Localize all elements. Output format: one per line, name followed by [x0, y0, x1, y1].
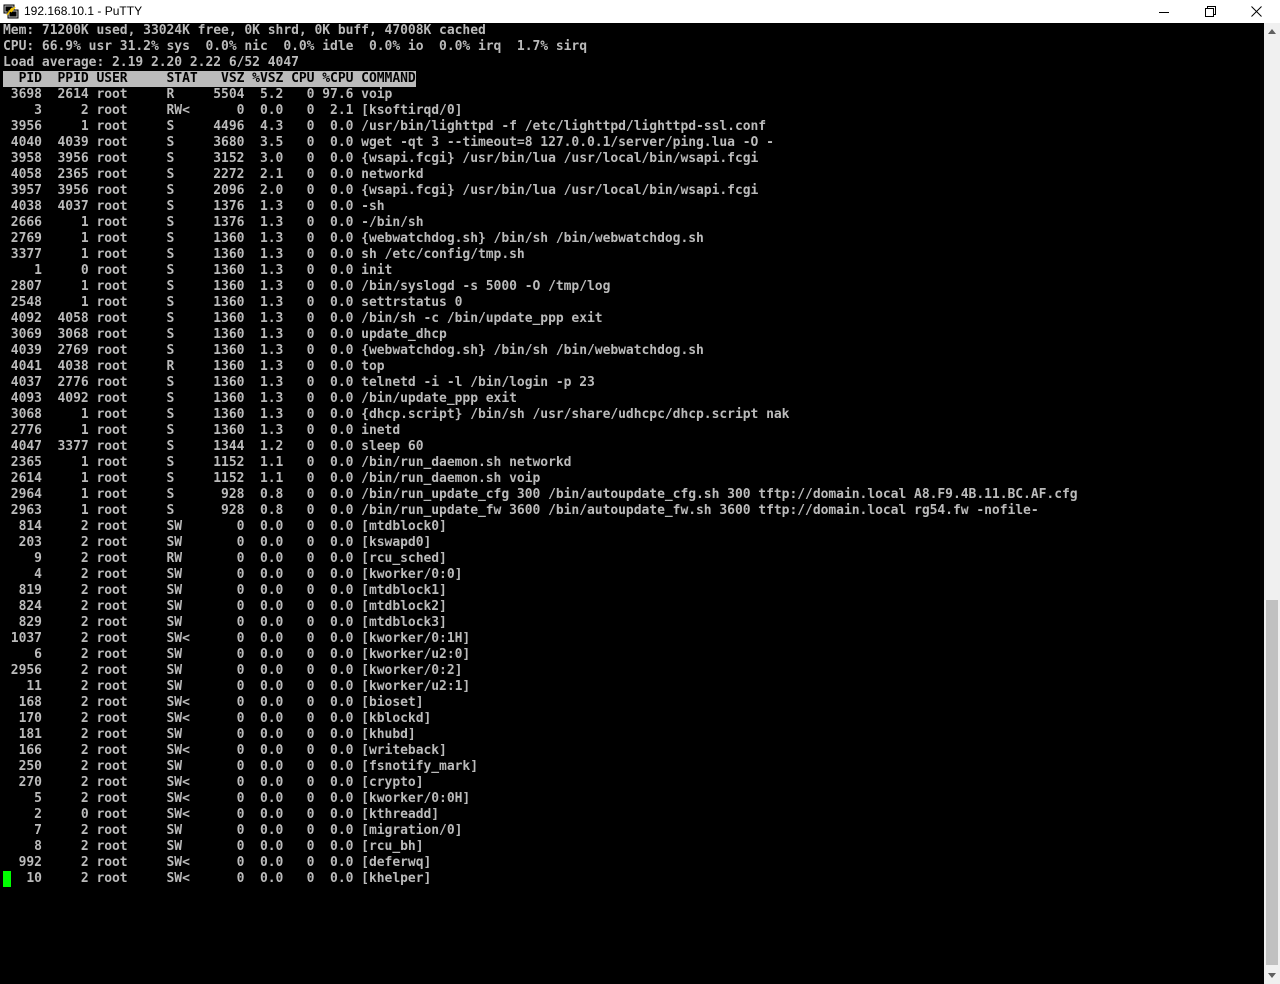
- process-row: 819 2 root SW 0 0.0 0 0.0 [mtdblock1]: [3, 583, 447, 598]
- process-row: 8 2 root SW 0 0.0 0 0.0 [rcu_bh]: [3, 839, 424, 854]
- process-row: 203 2 root SW 0 0.0 0 0.0 [kswapd0]: [3, 535, 432, 550]
- process-row: 168 2 root SW< 0 0.0 0 0.0 [bioset]: [3, 695, 424, 710]
- process-row: 4058 2365 root S 2272 2.1 0 0.0 networkd: [3, 167, 424, 182]
- process-row: 2963 1 root S 928 0.8 0 0.0 /bin/run_upd…: [3, 503, 1039, 518]
- process-row: 4038 4037 root S 1376 1.3 0 0.0 -sh: [3, 199, 385, 214]
- process-row: 2964 1 root S 928 0.8 0 0.0 /bin/run_upd…: [3, 487, 1078, 502]
- cpu-summary-line: CPU: 66.9% usr 31.2% sys 0.0% nic 0.0% i…: [3, 39, 587, 54]
- process-row: 11 2 root SW 0 0.0 0 0.0 [kworker/u2:1]: [3, 679, 471, 694]
- process-row: 2956 2 root SW 0 0.0 0 0.0 [kworker/0:2]: [3, 663, 463, 678]
- process-row: 2 0 root SW< 0 0.0 0 0.0 [kthreadd]: [3, 807, 440, 822]
- process-row: 181 2 root SW 0 0.0 0 0.0 [khubd]: [3, 727, 416, 742]
- process-row: 250 2 root SW 0 0.0 0 0.0 [fsnotify_mark…: [3, 759, 478, 774]
- load-average-line: Load average: 2.19 2.20 2.22 6/52 4047: [3, 55, 299, 70]
- process-row: 829 2 root SW 0 0.0 0 0.0 [mtdblock3]: [3, 615, 447, 630]
- process-row: 2614 1 root S 1152 1.1 0 0.0 /bin/run_da…: [3, 471, 541, 486]
- vertical-scrollbar[interactable]: [1264, 23, 1280, 984]
- process-row: 3068 1 root S 1360 1.3 0 0.0 {dhcp.scrip…: [3, 407, 790, 422]
- minimize-icon: [1159, 11, 1169, 13]
- process-row: 4037 2776 root S 1360 1.3 0 0.0 telnetd …: [3, 375, 595, 390]
- process-row: 270 2 root SW< 0 0.0 0 0.0 [crypto]: [3, 775, 424, 790]
- restore-icon: [1204, 6, 1216, 17]
- process-row: 166 2 root SW< 0 0.0 0 0.0 [writeback]: [3, 743, 447, 758]
- process-row: 2807 1 root S 1360 1.3 0 0.0 /bin/syslog…: [3, 279, 611, 294]
- process-row: 2548 1 root S 1360 1.3 0 0.0 settrstatus…: [3, 295, 463, 310]
- process-row: 4039 2769 root S 1360 1.3 0 0.0 {webwatc…: [3, 343, 704, 358]
- close-icon: [1250, 6, 1262, 17]
- putty-icon[interactable]: [3, 3, 19, 19]
- close-button[interactable]: [1233, 0, 1279, 23]
- process-row: 1037 2 root SW< 0 0.0 0 0.0 [kworker/0:1…: [3, 631, 471, 646]
- process-row: 3069 3068 root S 1360 1.3 0 0.0 update_d…: [3, 327, 447, 342]
- process-row: 2776 1 root S 1360 1.3 0 0.0 inetd: [3, 423, 401, 438]
- process-row: 3 2 root RW< 0 0.0 0 2.1 [ksoftirqd/0]: [3, 103, 463, 118]
- process-row: 6 2 root SW 0 0.0 0 0.0 [kworker/u2:0]: [3, 647, 471, 662]
- process-row: 1 0 root S 1360 1.3 0 0.0 init: [3, 263, 393, 278]
- window-title: 192.168.10.1 - PuTTY: [24, 4, 143, 18]
- process-row: 3698 2614 root R 5504 5.2 0 97.6 voip: [3, 87, 393, 102]
- process-row: 4 2 root SW 0 0.0 0 0.0 [kworker/0:0]: [3, 567, 463, 582]
- process-row: 10 2 root SW< 0 0.0 0 0.0 [khelper]: [3, 871, 432, 886]
- process-row: 814 2 root SW 0 0.0 0 0.0 [mtdblock0]: [3, 519, 447, 534]
- terminal-cursor: [3, 871, 11, 887]
- chevron-up-icon: [1268, 29, 1276, 34]
- process-row: 4041 4038 root R 1360 1.3 0 0.0 top: [3, 359, 385, 374]
- process-row: 3377 1 root S 1360 1.3 0 0.0 sh /etc/con…: [3, 247, 525, 262]
- minimize-button[interactable]: [1141, 0, 1187, 23]
- process-row: 992 2 root SW< 0 0.0 0 0.0 [deferwq]: [3, 855, 432, 870]
- process-row: 170 2 root SW< 0 0.0 0 0.0 [kblockd]: [3, 711, 432, 726]
- scroll-down-button[interactable]: [1264, 967, 1280, 984]
- process-row: 4093 4092 root S 1360 1.3 0 0.0 /bin/upd…: [3, 391, 517, 406]
- process-row: 7 2 root SW 0 0.0 0 0.0 [migration/0]: [3, 823, 463, 838]
- process-row: 3958 3956 root S 3152 3.0 0 0.0 {wsapi.f…: [3, 151, 759, 166]
- scroll-up-button[interactable]: [1264, 23, 1280, 40]
- mem-summary-line: Mem: 71200K used, 33024K free, 0K shrd, …: [3, 23, 486, 38]
- process-row: 4047 3377 root S 1344 1.2 0 0.0 sleep 60: [3, 439, 424, 454]
- restore-button[interactable]: [1187, 0, 1233, 23]
- chevron-down-icon: [1268, 973, 1276, 978]
- process-row: 2769 1 root S 1360 1.3 0 0.0 {webwatchdo…: [3, 231, 704, 246]
- process-row: 2666 1 root S 1376 1.3 0 0.0 -/bin/sh: [3, 215, 424, 230]
- process-row: 9 2 root RW 0 0.0 0 0.0 [rcu_sched]: [3, 551, 447, 566]
- process-row: 4092 4058 root S 1360 1.3 0 0.0 /bin/sh …: [3, 311, 603, 326]
- process-row: 3956 1 root S 4496 4.3 0 0.0 /usr/bin/li…: [3, 119, 767, 134]
- process-row: 824 2 root SW 0 0.0 0 0.0 [mtdblock2]: [3, 599, 447, 614]
- terminal-screen[interactable]: Mem: 71200K used, 33024K free, 0K shrd, …: [0, 23, 1264, 984]
- title-bar[interactable]: 192.168.10.1 - PuTTY: [0, 0, 1280, 24]
- scrollbar-thumb[interactable]: [1266, 600, 1278, 965]
- process-row: 2365 1 root S 1152 1.1 0 0.0 /bin/run_da…: [3, 455, 572, 470]
- process-table-header: PID PPID USER STAT VSZ %VSZ CPU %CPU COM…: [3, 71, 416, 87]
- process-row: 3957 3956 root S 2096 2.0 0 0.0 {wsapi.f…: [3, 183, 759, 198]
- process-row: 4040 4039 root S 3680 3.5 0 0.0 wget -qt…: [3, 135, 774, 150]
- process-row: 5 2 root SW< 0 0.0 0 0.0 [kworker/0:0H]: [3, 791, 471, 806]
